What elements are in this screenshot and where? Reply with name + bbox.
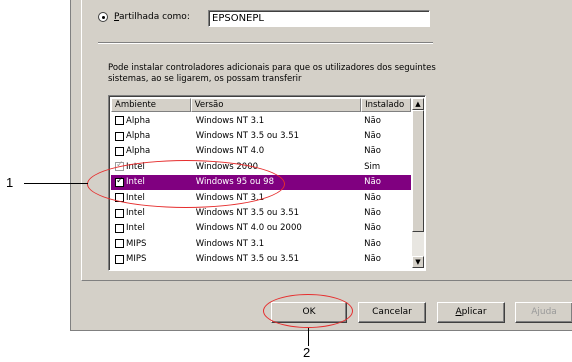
environment-cell: Alpha: [111, 131, 191, 141]
table-row[interactable]: MIPS Windows NT 3.1 Não: [111, 236, 411, 251]
column-header-version[interactable]: Versão: [190, 98, 362, 112]
version-cell: Windows NT 3.1: [195, 115, 265, 126]
installed-cell: Não: [364, 177, 381, 188]
shared-as-radio[interactable]: [98, 12, 108, 22]
callout-number-1: 1: [6, 175, 14, 190]
installed-cell: Não: [364, 115, 381, 126]
installed-cell: Não: [364, 146, 381, 157]
environment-cell: MIPS: [111, 254, 191, 264]
table-row[interactable]: Alpha Windows NT 3.1 Não: [111, 113, 411, 128]
scroll-thumb[interactable]: [412, 110, 424, 232]
share-name-input[interactable]: EPSONEPL: [208, 10, 430, 27]
version-cell: Windows NT 3.5 ou 3.51: [195, 131, 300, 142]
callout-leader-line-2: [308, 328, 309, 346]
scroll-up-arrow-icon[interactable]: ▲: [412, 98, 424, 110]
installed-cell: Não: [364, 192, 381, 203]
callout-ellipse-ok-button: [263, 294, 353, 328]
cancel-button[interactable]: Cancelar: [358, 302, 426, 323]
version-cell: Windows NT 3.5 ou 3.51: [195, 208, 300, 219]
installed-cell: Não: [364, 254, 381, 265]
scroll-down-arrow-icon[interactable]: ▼: [412, 256, 424, 268]
environment-cell: Intel: [111, 208, 191, 218]
environment-label: Alpha: [126, 131, 151, 142]
driver-checkbox[interactable]: [115, 146, 124, 156]
separator: [98, 42, 433, 44]
installed-cell: Não: [364, 131, 381, 142]
additional-drivers-info: Pode instalar controladores adicionais p…: [108, 63, 436, 84]
callout-number-2: 2: [303, 345, 311, 360]
callout-leader-line-1: [24, 183, 88, 184]
environment-label: Intel: [126, 223, 145, 234]
driver-checkbox[interactable]: [115, 208, 124, 218]
table-row[interactable]: Alpha Windows NT 3.5 ou 3.51 Não: [111, 128, 411, 143]
installed-cell: Não: [364, 238, 381, 249]
help-button: Ajuda: [515, 302, 572, 323]
vertical-scrollbar[interactable]: ▲ ▼: [412, 98, 424, 268]
environment-label: Alpha: [126, 146, 151, 157]
driver-checkbox[interactable]: [115, 131, 124, 141]
environment-label: Intel: [126, 208, 145, 219]
version-cell: Windows NT 3.5 ou 3.51: [195, 254, 300, 265]
driver-checkbox[interactable]: [115, 254, 124, 264]
driver-checkbox[interactable]: [115, 239, 124, 249]
callout-ellipse-selected-row: [87, 160, 285, 208]
column-header-installed[interactable]: Instalado: [361, 98, 411, 112]
version-cell: Windows NT 3.1: [195, 238, 265, 249]
environment-cell: Alpha: [111, 146, 191, 156]
sharing-panel: Partilhada como: EPSONEPL Pode instalar …: [81, 0, 572, 281]
environment-cell: Intel: [111, 223, 191, 233]
table-row[interactable]: Intel Windows NT 3.5 ou 3.51 Não: [111, 205, 411, 220]
shared-as-label: Partilhada como:: [114, 12, 190, 22]
installed-cell: Não: [364, 208, 381, 219]
apply-button[interactable]: Aplicar: [437, 302, 505, 323]
installed-cell: Não: [364, 223, 381, 234]
driver-checkbox[interactable]: [115, 116, 124, 126]
column-header-environment[interactable]: Ambiente: [111, 98, 191, 112]
version-cell: Windows NT 4.0 ou 2000: [195, 223, 302, 234]
drivers-list-header: Ambiente Versão Instalado: [111, 98, 411, 112]
driver-checkbox[interactable]: [115, 223, 124, 233]
environment-label: MIPS: [126, 254, 147, 265]
environment-cell: Alpha: [111, 116, 191, 126]
installed-cell: Sim: [364, 161, 381, 172]
version-cell: Windows NT 4.0: [195, 146, 265, 157]
table-row[interactable]: MIPS Windows NT 3.5 ou 3.51 Não: [111, 252, 411, 267]
environment-label: MIPS: [126, 238, 147, 249]
table-row[interactable]: Intel Windows NT 4.0 ou 2000 Não: [111, 221, 411, 236]
shared-as-option[interactable]: Partilhada como:: [98, 9, 196, 25]
environment-cell: MIPS: [111, 239, 191, 249]
environment-label: Alpha: [126, 115, 151, 126]
table-row[interactable]: Alpha Windows NT 4.0 Não: [111, 144, 411, 159]
